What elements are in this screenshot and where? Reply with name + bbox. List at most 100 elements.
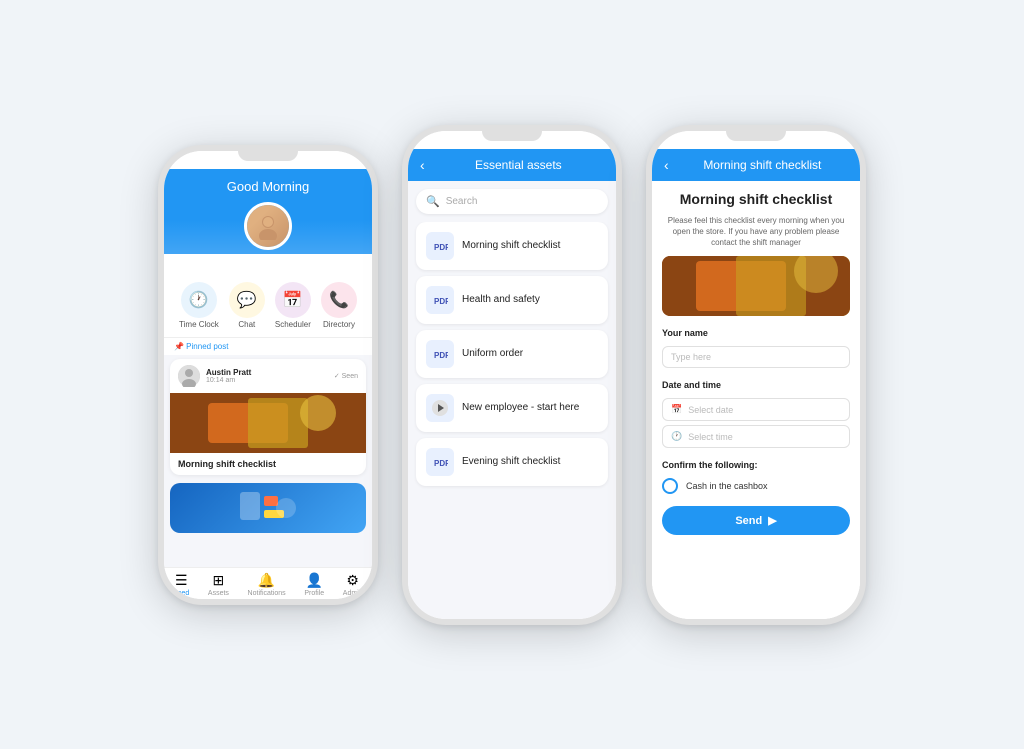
checklist-title: Morning shift checklist <box>662 191 850 207</box>
search-bar[interactable]: 🔍 Search <box>416 189 608 214</box>
phone1-header: Good Morning <box>164 169 372 254</box>
select-time-placeholder: Select time <box>688 432 733 442</box>
phone1-greeting: Good Morning <box>164 179 372 194</box>
asset-item-4[interactable]: PDF Evening shift checklist <box>416 438 608 486</box>
back-button[interactable]: ‹ <box>420 157 425 173</box>
date-time-label: Date and time <box>662 380 850 390</box>
pdf-svg-4: PDF <box>432 454 448 470</box>
asset-item-1[interactable]: PDF Health and safety <box>416 276 608 324</box>
checklist-image-svg <box>662 256 850 316</box>
post-card-1[interactable]: Austin Pratt 10:14 am ✓ Seen Morning shi… <box>170 359 366 475</box>
nav-icons-row: 🕐 Time Clock 💬 Chat 📅 Scheduler 📞 Direct… <box>164 254 372 337</box>
search-placeholder: Search <box>446 196 478 207</box>
phone-2: ‹ Essential assets 🔍 Search PDF Morning … <box>402 125 622 625</box>
phone3-header: ‹ Morning shift checklist <box>652 149 860 181</box>
post-image <box>170 393 366 453</box>
time-clock-icon: 🕐 <box>181 282 217 318</box>
phone1-content: Good Morning 🕐 <box>164 169 372 599</box>
bottom-nav-feed[interactable]: ☰ Feed <box>173 572 189 597</box>
notch-1 <box>238 151 298 161</box>
post-time: 10:14 am <box>206 377 251 384</box>
pdf-svg-1: PDF <box>432 292 448 308</box>
chat-icon: 💬 <box>229 282 265 318</box>
confirm-item: Cash in the cashbox <box>686 481 768 491</box>
admin-icon: ⚙ <box>346 572 359 589</box>
phone3-body: Morning shift checklist Please feel this… <box>652 181 860 619</box>
send-button[interactable]: Send ▶ <box>662 506 850 535</box>
scheduler-icon: 📅 <box>275 282 311 318</box>
asset-label-1: Health and safety <box>462 294 540 305</box>
feed-icon: ☰ <box>175 572 188 589</box>
datetime-row: 📅 Select date 🕐 Select time <box>662 398 850 448</box>
select-time-input[interactable]: 🕐 Select time <box>662 425 850 448</box>
clock-icon: 🕐 <box>671 431 682 442</box>
send-label: Send <box>735 515 762 527</box>
notch-bar-3 <box>652 131 860 149</box>
time-clock-label: Time Clock <box>179 320 219 329</box>
avatar-img <box>247 205 289 247</box>
feed-label: Feed <box>173 590 189 597</box>
post-author-info: Austin Pratt 10:14 am <box>206 368 251 384</box>
nav-chat[interactable]: 💬 Chat <box>229 282 265 329</box>
asset-item-2[interactable]: PDF Uniform order <box>416 330 608 378</box>
assets-label: Assets <box>208 590 229 597</box>
post-caption: Morning shift checklist <box>170 453 366 475</box>
confirm-checkbox[interactable] <box>662 478 678 494</box>
asset-label-3: New employee - start here <box>462 402 579 413</box>
notch-2 <box>482 131 542 141</box>
nav-scheduler[interactable]: 📅 Scheduler <box>275 282 311 329</box>
asset-play-icon-3 <box>426 394 454 422</box>
directory-label: Directory <box>323 320 355 329</box>
phone3-title: Morning shift checklist <box>677 158 848 172</box>
bottom-nav-notifications[interactable]: 🔔 Notifications <box>248 572 286 597</box>
notch-bar-2 <box>408 131 616 149</box>
select-date-input[interactable]: 📅 Select date <box>662 398 850 421</box>
asset-item-0[interactable]: PDF Morning shift checklist <box>416 222 608 270</box>
asset-list: PDF Morning shift checklist PDF Health a… <box>408 222 616 619</box>
phone2-header: ‹ Essential assets <box>408 149 616 181</box>
chat-label: Chat <box>238 320 255 329</box>
post-card-2[interactable] <box>170 483 366 533</box>
svg-text:PDF: PDF <box>434 459 448 468</box>
person-avatar-svg <box>254 212 282 240</box>
bottom-nav: ☰ Feed ⊞ Assets 🔔 Notifications 👤 Profil… <box>164 567 372 599</box>
scheduler-label: Scheduler <box>275 320 311 329</box>
phone2-content: ‹ Essential assets 🔍 Search PDF Morning … <box>408 149 616 619</box>
pdf-svg-2: PDF <box>432 346 448 362</box>
post2-svg <box>238 488 298 528</box>
avatar <box>244 202 292 250</box>
pdf-svg-0: PDF <box>432 238 448 254</box>
asset-label-0: Morning shift checklist <box>462 240 560 251</box>
svg-text:PDF: PDF <box>434 351 448 360</box>
phone-1: Good Morning 🕐 <box>158 145 378 605</box>
bottom-nav-profile[interactable]: 👤 Profile <box>304 572 324 597</box>
avatar-container <box>164 202 372 250</box>
svg-text:PDF: PDF <box>434 297 448 306</box>
asset-pdf-icon-4: PDF <box>426 448 454 476</box>
post-header: Austin Pratt 10:14 am ✓ Seen <box>170 359 366 393</box>
bottom-nav-admin[interactable]: ⚙ Admin <box>343 572 363 597</box>
nav-time-clock[interactable]: 🕐 Time Clock <box>179 282 219 329</box>
asset-item-3[interactable]: New employee - start here <box>416 384 608 432</box>
admin-label: Admin <box>343 590 363 597</box>
pinned-bar: 📌 Pinned post <box>164 337 372 355</box>
asset-pdf-icon-0: PDF <box>426 232 454 260</box>
play-svg-3 <box>432 400 448 416</box>
profile-icon: 👤 <box>306 572 323 589</box>
asset-pdf-icon-2: PDF <box>426 340 454 368</box>
phone-3: ‹ Morning shift checklist Morning shift … <box>646 125 866 625</box>
notifications-icon: 🔔 <box>258 572 275 589</box>
phone3-back-button[interactable]: ‹ <box>664 157 669 173</box>
your-name-input[interactable]: Type here <box>662 346 850 368</box>
checklist-image <box>662 256 850 316</box>
confirm-row: Cash in the cashbox <box>662 478 850 494</box>
post-author-name: Austin Pratt <box>206 368 251 377</box>
post-image-svg <box>170 393 366 453</box>
phone3-content: ‹ Morning shift checklist Morning shift … <box>652 149 860 619</box>
your-name-label: Your name <box>662 328 850 338</box>
confirm-label: Confirm the following: <box>662 460 850 470</box>
checklist-desc: Please feel this checklist every morning… <box>662 215 850 249</box>
asset-label-2: Uniform order <box>462 348 523 359</box>
nav-directory[interactable]: 📞 Directory <box>321 282 357 329</box>
bottom-nav-assets[interactable]: ⊞ Assets <box>208 572 229 597</box>
